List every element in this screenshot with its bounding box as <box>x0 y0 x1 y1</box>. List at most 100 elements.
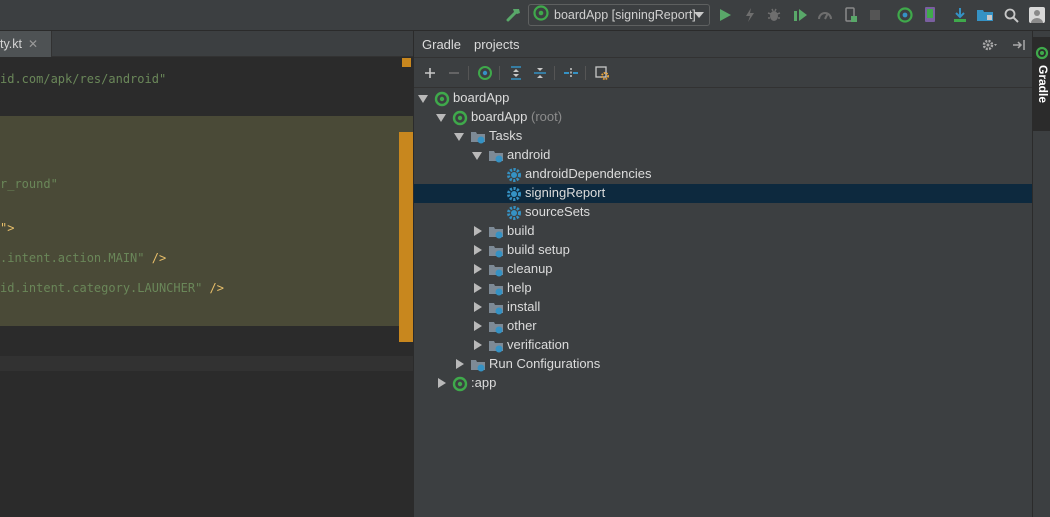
run-config-folder-icon <box>471 360 485 372</box>
project-suffix: (root) <box>531 109 563 124</box>
gradle-tool-window: Gradle projects boardApp boardApp (root)… <box>413 31 1033 517</box>
tree-node-cleanup[interactable]: cleanup <box>414 260 1033 279</box>
avd-manager-icon[interactable] <box>920 5 940 25</box>
task-gear-icon <box>507 187 521 201</box>
gradle-side-tab-label: Gradle <box>1036 65 1050 104</box>
expand-arrow-icon[interactable] <box>472 152 482 160</box>
tree-node-label: boardApp (root) <box>471 109 562 124</box>
chevron-down-icon <box>694 12 704 18</box>
toggle-offline-icon[interactable] <box>561 63 581 83</box>
tree-node-run-configurations[interactable]: Run Configurations <box>414 355 1033 374</box>
run-config-selector[interactable]: boardApp [signingReport] <box>528 4 710 26</box>
tree-node-label: androidDependencies <box>525 166 652 181</box>
code-token: id.intent.category.LAUNCHER" <box>0 281 203 295</box>
project-structure-icon[interactable] <box>975 5 995 25</box>
remove-icon[interactable] <box>444 63 464 83</box>
search-icon[interactable] <box>1001 5 1021 25</box>
collapse-arrow-icon[interactable] <box>474 302 482 312</box>
tree-node-android[interactable]: android <box>414 146 1033 165</box>
tree-node-label: signingReport <box>525 185 606 200</box>
collapse-arrow-icon[interactable] <box>474 245 482 255</box>
expand-all-icon[interactable] <box>506 63 526 83</box>
tree-node-help[interactable]: help <box>414 279 1033 298</box>
profile-icon[interactable] <box>815 5 835 25</box>
tree-node-label: install <box>507 299 541 314</box>
gradle-module-icon <box>452 110 468 126</box>
gradle-title: Gradle <box>422 37 462 52</box>
tree-node-install[interactable]: install <box>414 298 1033 317</box>
tree-node-build[interactable]: build <box>414 222 1033 241</box>
tree-node-verification[interactable]: verification <box>414 336 1033 355</box>
expand-arrow-icon[interactable] <box>436 114 446 122</box>
tree-node-label: boardApp <box>453 90 510 105</box>
tree-node-label: android <box>507 147 551 162</box>
collapse-arrow-icon[interactable] <box>438 378 446 388</box>
stop-icon[interactable] <box>865 5 885 25</box>
ide-window: boardApp [signingReport] ty.kt ✕ id.com/… <box>0 0 1050 517</box>
gradle-settings-icon[interactable] <box>592 63 612 83</box>
right-tool-strip: Gradle <box>1032 31 1050 517</box>
sync-gradle-icon[interactable] <box>895 5 915 25</box>
projects-tab[interactable]: projects <box>474 37 520 52</box>
tree-node-label: sourceSets <box>525 204 591 219</box>
collapse-all-icon[interactable] <box>530 63 550 83</box>
collapse-arrow-icon[interactable] <box>456 359 464 369</box>
tree-node-label: Tasks <box>489 128 523 143</box>
tree-node-other[interactable]: other <box>414 317 1033 336</box>
tree-node-signing-report[interactable]: signingReport <box>414 184 1033 203</box>
tree-node-source-sets[interactable]: sourceSets <box>414 203 1033 222</box>
collapse-arrow-icon[interactable] <box>474 264 482 274</box>
collapse-arrow-icon[interactable] <box>474 340 482 350</box>
debug-icon[interactable] <box>764 5 784 25</box>
gradle-side-tab[interactable]: Gradle <box>1033 37 1050 131</box>
tree-node-tasks[interactable]: Tasks <box>414 127 1033 146</box>
sdk-manager-icon[interactable] <box>950 5 970 25</box>
attach-debugger-icon[interactable] <box>840 5 860 25</box>
tree-node-android-dependencies[interactable]: androidDependencies <box>414 165 1033 184</box>
run-config-label: boardApp [signingReport] <box>554 8 696 22</box>
tree-node-label: other <box>507 318 537 333</box>
editor-tab-name: ty.kt <box>0 37 22 51</box>
user-icon[interactable] <box>1027 5 1047 25</box>
code-token: /> <box>202 281 224 295</box>
project-name: boardApp <box>471 109 528 124</box>
expand-arrow-icon[interactable] <box>454 133 464 141</box>
code-editor[interactable]: ty.kt ✕ id.com/apk/res/android" r_round"… <box>0 31 413 517</box>
add-icon[interactable] <box>420 63 440 83</box>
tree-node-label: verification <box>507 337 570 352</box>
task-folder-icon <box>489 265 503 277</box>
tree-node-app[interactable]: :app <box>414 374 1033 393</box>
refresh-gradle-icon[interactable] <box>475 63 495 83</box>
tree-node-label: :app <box>471 375 497 390</box>
run-icon[interactable] <box>715 5 735 25</box>
collapse-arrow-icon[interactable] <box>474 321 482 331</box>
gradle-project-icon <box>434 91 450 107</box>
gear-icon[interactable] <box>980 35 1000 55</box>
hide-panel-icon[interactable] <box>1009 35 1029 55</box>
tree-node-boardapp-root[interactable]: boardApp (root) <box>414 108 1033 127</box>
tree-node-label: Run Configurations <box>489 356 601 371</box>
build-hammer-icon[interactable] <box>504 5 524 25</box>
task-folder-icon <box>489 284 503 296</box>
toolbar-separator <box>585 66 586 80</box>
editor-tab[interactable]: ty.kt ✕ <box>0 31 52 57</box>
gradle-header: Gradle projects <box>414 31 1033 58</box>
collapse-arrow-icon[interactable] <box>474 226 482 236</box>
editor-tab-bar: ty.kt ✕ <box>0 31 413 57</box>
tree-node-boardapp[interactable]: boardApp <box>414 89 1033 108</box>
collapse-arrow-icon[interactable] <box>474 283 482 293</box>
close-icon[interactable]: ✕ <box>28 37 38 51</box>
gradle-icon <box>1035 46 1049 60</box>
warning-marker[interactable] <box>402 58 411 67</box>
code-line: .intent.action.MAIN" /> <box>0 251 166 265</box>
tree-node-build-setup[interactable]: build setup <box>414 241 1033 260</box>
expand-arrow-icon[interactable] <box>418 95 428 103</box>
run-config-gradle-icon <box>533 4 549 26</box>
task-folder-icon <box>489 303 503 315</box>
task-folder-icon <box>471 132 485 144</box>
scrollbar-highlight-marker[interactable] <box>399 132 413 342</box>
apply-changes-icon[interactable] <box>740 5 760 25</box>
code-token: "> <box>0 221 15 235</box>
tree-node-label: build setup <box>507 242 570 257</box>
run-with-coverage-icon[interactable] <box>790 5 810 25</box>
